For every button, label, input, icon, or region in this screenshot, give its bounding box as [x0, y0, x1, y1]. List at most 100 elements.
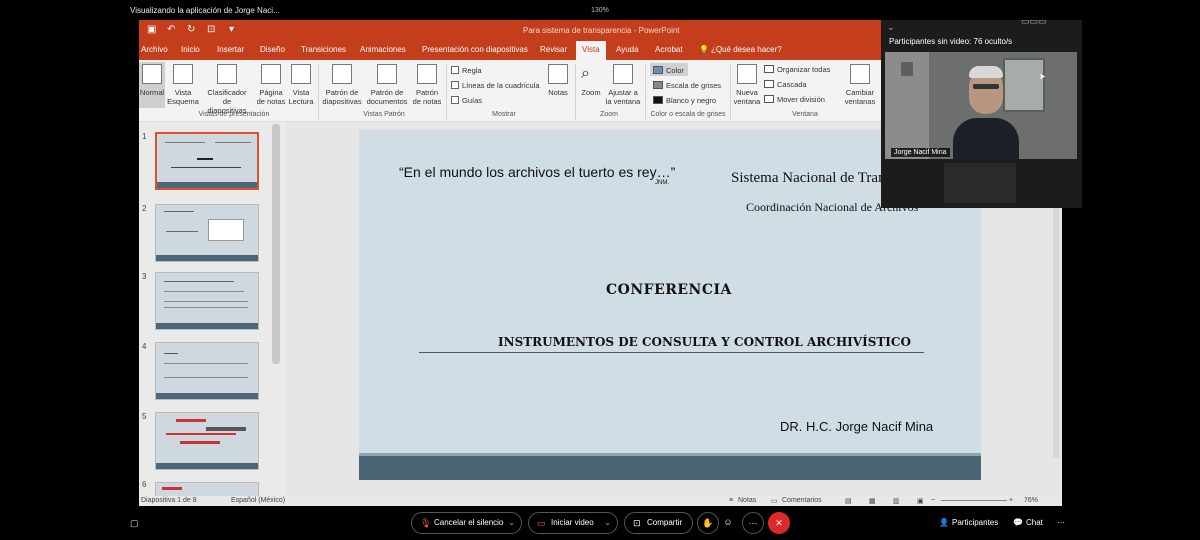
participants-without-video: Participantes sin video: 76 oculto/s — [889, 37, 1013, 46]
tab-animaciones[interactable]: Animaciones — [360, 45, 406, 54]
reading-view-status-icon[interactable]: ▥ — [893, 497, 900, 505]
switch-windows-icon — [850, 64, 870, 84]
slide-thumbnail-3[interactable] — [155, 272, 259, 330]
comments-toggle[interactable]: Comentarios — [782, 497, 822, 504]
raise-hand-button[interactable]: ✋ — [697, 512, 719, 534]
gridlines-checkbox[interactable] — [451, 81, 459, 89]
language-indicator[interactable]: Español (México) — [231, 497, 285, 504]
start-video-button[interactable]: ▭ Iniciar video ⌄ — [528, 512, 618, 534]
thumb-text-line — [215, 142, 251, 143]
thumb-text-line — [164, 301, 248, 302]
zoom-slider[interactable] — [941, 500, 1007, 501]
collapse-panel-icon[interactable]: ⌄ — [887, 22, 895, 33]
thumb-number: 4 — [142, 342, 147, 351]
slide-thumbnail-4[interactable] — [155, 342, 259, 400]
thumb-text-line — [165, 142, 205, 143]
ruler-checkbox[interactable] — [451, 66, 459, 74]
more-options-button[interactable]: ··· — [742, 512, 764, 534]
guides-label: Guías — [462, 96, 483, 105]
tab-insertar[interactable]: Insertar — [217, 45, 244, 54]
mouse-cursor-icon: ➤ — [1039, 72, 1046, 81]
share-button[interactable]: ⊡ Compartir — [624, 512, 693, 534]
participants-button[interactable]: Participantes — [952, 518, 998, 527]
undo-icon[interactable]: ↶ — [167, 24, 175, 35]
black-white-swatch-icon[interactable] — [653, 96, 663, 104]
tab-ayuda[interactable]: Ayuda — [616, 45, 639, 54]
tab-inicio[interactable]: Inicio — [181, 45, 200, 54]
zoom-level[interactable]: 130% — [591, 7, 609, 14]
arrange-all-button[interactable]: Organizar todas — [777, 65, 830, 74]
fit-window-icon — [613, 64, 633, 84]
slide-thumbnail-2[interactable] — [155, 204, 259, 262]
redo-icon[interactable]: ↻ — [187, 24, 195, 35]
notes-toggle[interactable]: Notas — [738, 497, 756, 504]
thumb-text-line — [171, 167, 241, 168]
thumb-text-line — [164, 307, 248, 308]
tab-revisar[interactable]: Revisar — [540, 45, 567, 54]
tab-archivo[interactable]: Archivo — [141, 45, 168, 54]
present-icon[interactable]: ⊡ — [207, 24, 215, 35]
comments-icon: ▭ — [771, 498, 778, 505]
cascade-icon — [764, 80, 774, 88]
thumb-text-line — [164, 211, 194, 212]
zoom-in-icon[interactable]: + — [1009, 497, 1013, 504]
color-swatch-icon — [653, 66, 663, 74]
participant-video[interactable]: ➤ Jorge Nacif Mina — [885, 52, 1077, 159]
normal-view-button[interactable]: Normal — [139, 62, 165, 108]
view-options-icon[interactable]: ▭▭▭ — [1021, 16, 1047, 27]
customize-qat-icon[interactable]: ▾ — [229, 24, 234, 35]
end-call-button[interactable]: ✕ — [768, 512, 790, 534]
group-color-label: Color o escala de grises — [650, 111, 726, 118]
tab-transiciones[interactable]: Transiciones — [301, 45, 346, 54]
grayscale-swatch-icon[interactable] — [653, 81, 663, 89]
split-icon — [764, 95, 774, 103]
normal-view-status-icon[interactable]: ▤ — [845, 497, 852, 505]
tell-me-box[interactable]: ¿Qué desea hacer? — [711, 45, 782, 54]
thumb-footer-band — [156, 255, 258, 261]
notes-page-icon — [261, 64, 281, 84]
tab-acrobat[interactable]: Acrobat — [655, 45, 683, 54]
thumb-footer-band — [156, 323, 258, 329]
slideshow-status-icon[interactable]: ▣ — [917, 497, 924, 505]
cascade-button[interactable]: Cascada — [777, 80, 807, 89]
gridlines-label: Líneas de la cuadrícula — [462, 81, 540, 90]
thumb-diagram-box — [176, 419, 206, 422]
background-window — [1003, 58, 1045, 112]
sorter-view-status-icon[interactable]: ▦ — [869, 497, 876, 505]
save-icon[interactable]: ▣ — [147, 24, 156, 35]
thumb-diagram-line — [166, 433, 236, 435]
ribbon-separator — [446, 64, 447, 120]
chat-bubble-icon[interactable]: ▢ — [130, 518, 139, 529]
tab-diseno[interactable]: Diseño — [260, 45, 285, 54]
thumb-text-line — [166, 231, 198, 232]
slide-thumbnail-1[interactable] — [155, 132, 259, 190]
slide-counter: Diapositiva 1 de 8 — [141, 497, 197, 504]
status-bar: Diapositiva 1 de 8 Español (México) ≡ No… — [139, 496, 1062, 506]
slide-thumbnail-5[interactable] — [155, 412, 259, 470]
participant-name: Jorge Nacif Mina — [891, 148, 950, 157]
tab-presentacion[interactable]: Presentación con diapositivas — [422, 45, 528, 54]
share-screen-icon: ⊡ — [633, 518, 641, 528]
overflow-menu-button[interactable]: ··· — [1057, 518, 1065, 527]
ribbon-separator — [730, 64, 731, 120]
move-split-button[interactable]: Mover división — [777, 95, 825, 104]
chat-button[interactable]: Chat — [1026, 518, 1043, 527]
window-title: Para sistema de transparencia - PowerPoi… — [523, 26, 680, 35]
participant-tile[interactable] — [944, 163, 1016, 203]
zoom-percentage[interactable]: 76% — [1024, 497, 1038, 504]
zoom-out-icon[interactable]: − — [931, 497, 935, 504]
thumbnails-scrollbar[interactable] — [272, 124, 280, 364]
thumb-number: 5 — [142, 412, 147, 421]
handout-master-icon — [377, 64, 397, 84]
guides-checkbox[interactable] — [451, 96, 459, 104]
camera-off-icon: ▭ — [537, 518, 546, 528]
reactions-button[interactable]: ☺ — [717, 512, 739, 534]
thumb-number: 1 — [142, 132, 147, 141]
lightbulb-icon: 💡 — [699, 45, 709, 54]
tab-vista[interactable]: Vista — [576, 41, 606, 60]
viewer-top-bar: Visualizando la aplicación de Jorge Naci… — [0, 0, 1200, 20]
chevron-down-icon[interactable]: ⌄ — [508, 513, 515, 533]
hand-icon: ✋ — [702, 518, 714, 528]
unmute-button[interactable]: 🎙 Cancelar el silencio ⌄ — [411, 512, 522, 534]
chevron-down-icon[interactable]: ⌄ — [604, 513, 611, 533]
